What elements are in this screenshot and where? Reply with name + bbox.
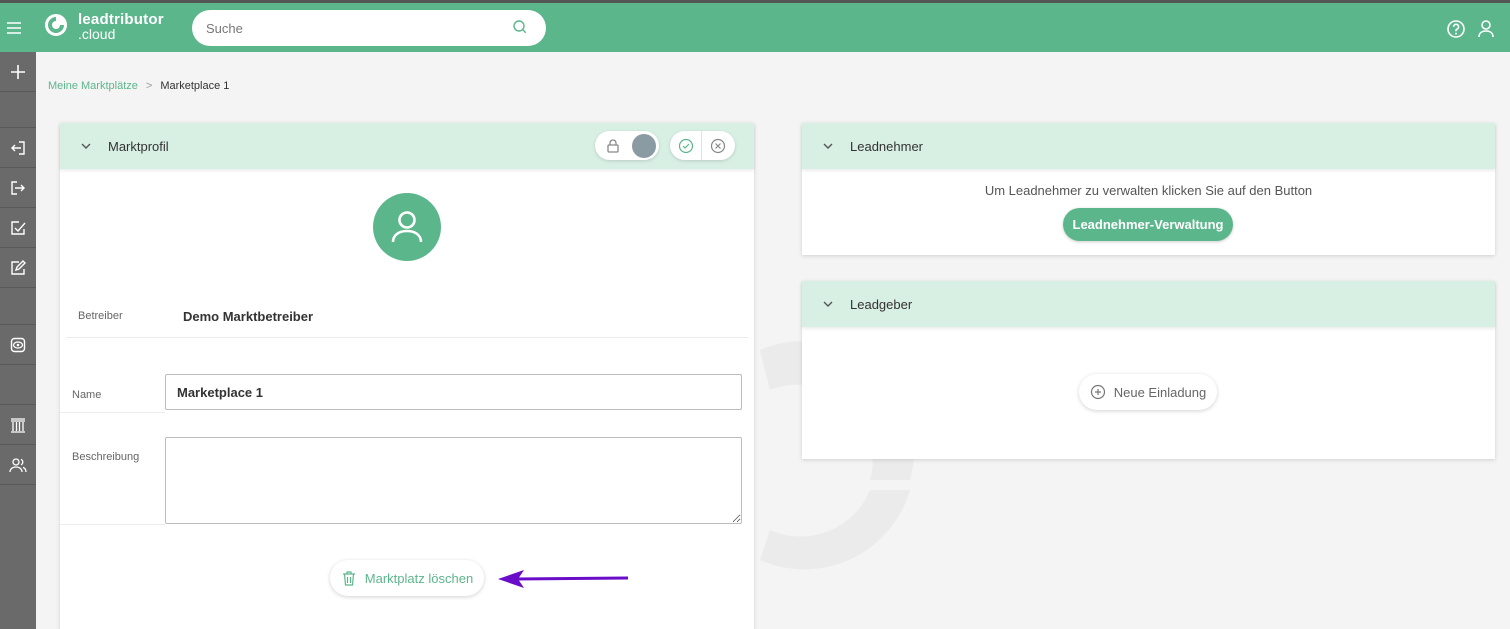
trash-icon — [342, 571, 355, 586]
betreiber-label: Betreiber — [78, 310, 123, 322]
annotation-arrow — [498, 570, 629, 588]
check-doc-icon — [11, 220, 26, 235]
sidebar — [0, 52, 36, 629]
users-icon — [9, 457, 27, 472]
bank-icon — [11, 417, 25, 433]
help-icon[interactable] — [1446, 19, 1466, 39]
eye-icon — [10, 337, 26, 352]
name-input[interactable] — [165, 374, 742, 410]
sidebar-spacer — [0, 288, 36, 325]
user-avatar-icon — [391, 211, 423, 243]
leadgeber-title: Leadgeber — [850, 296, 913, 312]
logout-icon — [11, 180, 25, 195]
chevron-down-icon[interactable] — [822, 298, 834, 310]
betreiber-value: Demo Marktbetreiber — [183, 309, 314, 324]
name-label: Name — [72, 389, 102, 401]
brand-name: leadtributor — [78, 11, 164, 28]
top-bar: leadtributor .cloud — [0, 3, 1510, 52]
divider — [66, 337, 748, 338]
leadgeber-card: Leadgeber Neue Einladung — [802, 281, 1495, 459]
leadnehmer-verwaltung-button[interactable]: Leadnehmer-Verwaltung — [1063, 208, 1233, 241]
brand-suffix: .cloud — [78, 26, 116, 42]
breadcrumb-current: Marketplace 1 — [160, 80, 230, 92]
divider — [60, 412, 165, 413]
neue-einladung-button[interactable]: Neue Einladung — [1079, 374, 1217, 410]
close-circle-icon — [710, 138, 726, 153]
marktprofil-title: Marktprofil — [108, 138, 169, 154]
sidebar-item-marketplaces[interactable] — [0, 405, 36, 445]
sidebar-spacer — [0, 365, 36, 405]
beschreibung-textarea[interactable] — [165, 437, 742, 524]
sidebar-item-users[interactable] — [0, 445, 36, 485]
leadgeber-header: Leadgeber — [802, 281, 1495, 327]
search-icon[interactable] — [512, 19, 528, 35]
login-icon — [11, 140, 25, 155]
sidebar-item-login[interactable] — [0, 128, 36, 168]
search-input[interactable] — [192, 10, 546, 46]
divider — [60, 524, 165, 525]
avatar — [373, 193, 441, 261]
toggle-knob — [632, 133, 656, 158]
confirm-cancel-group — [670, 131, 735, 160]
brand[interactable]: leadtributor .cloud — [78, 11, 164, 42]
breadcrumb-separator: > — [145, 80, 153, 92]
breadcrumb: Meine Marktplätze > Marketplace 1 — [48, 80, 229, 92]
neue-einladung-label: Neue Einladung — [1113, 384, 1207, 400]
marktprofil-card: Marktprofil Betreiber Demo Marktbetreibe… — [60, 123, 754, 629]
sidebar-item-add[interactable] — [0, 52, 36, 92]
beschreibung-label: Beschreibung — [72, 451, 140, 463]
lock-icon — [607, 138, 619, 153]
lock-toggle[interactable] — [595, 131, 659, 160]
sidebar-item-logout[interactable] — [0, 168, 36, 208]
delete-marketplace-label: Marktplatz löschen — [364, 570, 474, 586]
delete-marketplace-button[interactable]: Marktplatz löschen — [330, 560, 484, 596]
breadcrumb-root-link[interactable]: Meine Marktplätze — [48, 80, 138, 92]
plus-icon — [11, 64, 25, 79]
menu-icon[interactable] — [0, 3, 28, 52]
plus-circle-icon — [1090, 384, 1105, 400]
leadnehmer-title: Leadnehmer — [850, 138, 923, 154]
leadnehmer-card: Leadnehmer Um Leadnehmer zu verwalten kl… — [802, 123, 1495, 255]
edit-icon — [11, 259, 26, 275]
confirm-button[interactable] — [670, 131, 702, 160]
sidebar-spacer — [0, 92, 36, 128]
leadnehmer-hint: Um Leadnehmer zu verwalten klicken Sie a… — [984, 183, 1313, 198]
check-circle-icon — [678, 138, 693, 153]
sidebar-item-check[interactable] — [0, 208, 36, 248]
chevron-down-icon[interactable] — [80, 140, 92, 152]
leadnehmer-header: Leadnehmer — [802, 123, 1495, 169]
cancel-button[interactable] — [702, 131, 734, 160]
sidebar-item-view[interactable] — [0, 325, 36, 365]
logo-icon[interactable] — [44, 13, 68, 37]
chevron-down-icon[interactable] — [822, 140, 834, 152]
user-icon[interactable] — [1476, 18, 1496, 38]
sidebar-item-edit[interactable] — [0, 248, 36, 288]
